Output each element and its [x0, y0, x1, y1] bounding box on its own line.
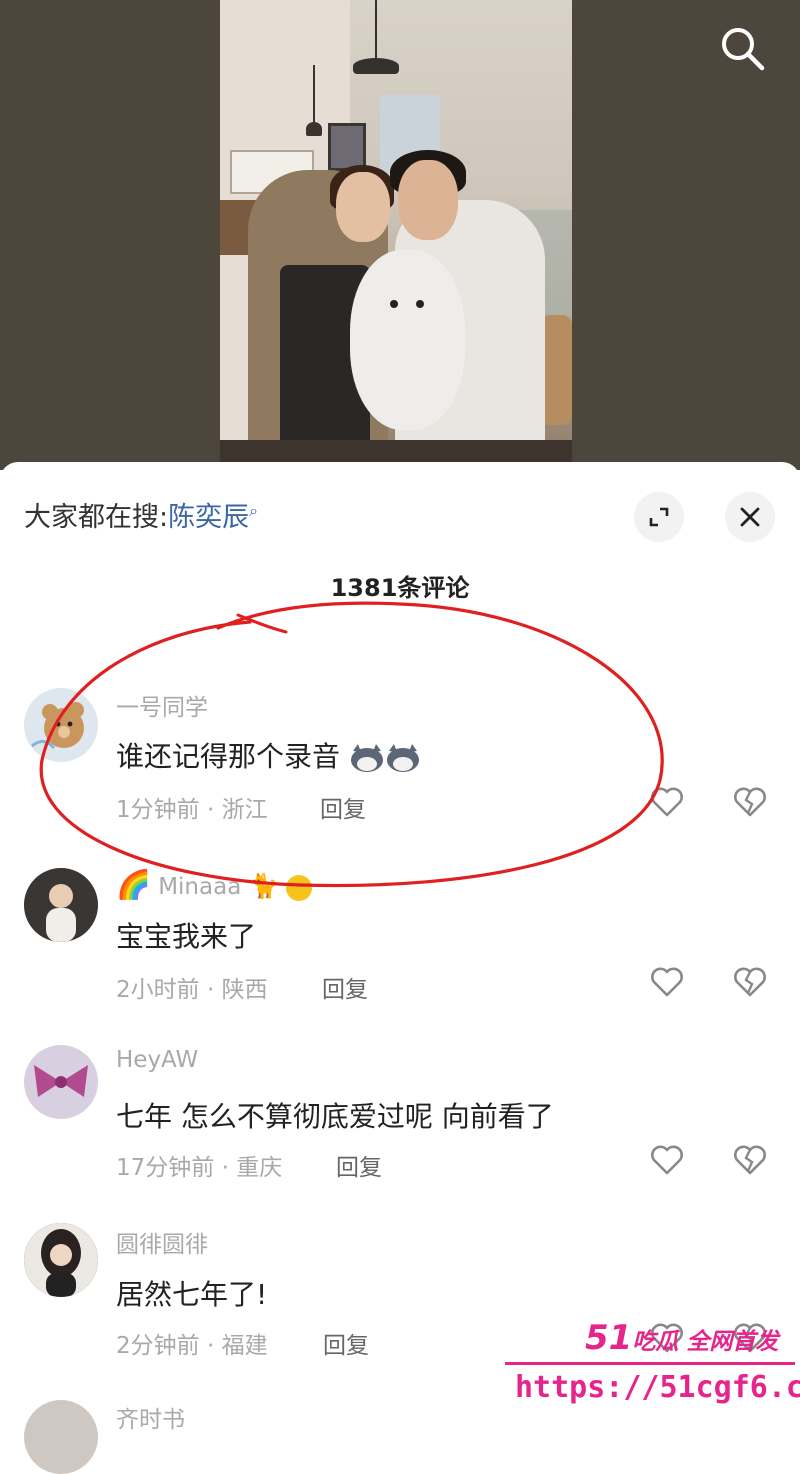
- heart-icon[interactable]: [650, 1144, 684, 1176]
- watermark-url: https://51cgf6.com: [515, 1370, 800, 1405]
- close-button[interactable]: [725, 492, 775, 542]
- comment-time-location: 2小时前 · 陕西: [116, 977, 268, 1003]
- girl-avatar-icon: [24, 1223, 98, 1297]
- watermark-brand: 51吃瓜 全网首发: [585, 1318, 778, 1358]
- hot-search-label: 大家都在搜:: [24, 502, 169, 533]
- avatar[interactable]: [24, 1400, 98, 1474]
- reply-button[interactable]: 回复: [320, 790, 366, 824]
- photo-man-face: [398, 160, 458, 240]
- comment-text: 七年 怎么不算彻底爱过呢 向前看了: [116, 1100, 554, 1133]
- avatar[interactable]: [24, 1045, 98, 1119]
- photo-wall-frame: [328, 123, 366, 171]
- comment-username[interactable]: HeyAW: [116, 1047, 198, 1073]
- comment-time-location: 2分钟前 · 福建: [116, 1333, 268, 1359]
- cat-emoji-icon: 🐈: [248, 872, 279, 900]
- comment-time-location: 1分钟前 · 浙江: [116, 797, 268, 823]
- hot-search-keyword[interactable]: 陈奕辰: [168, 502, 249, 533]
- comment-username: 🌈 Minaaa 🐈: [116, 868, 312, 901]
- comment-item: 一号同学 谁还记得那个录音 1分钟前 · 浙江 回复: [0, 680, 800, 850]
- reply-button[interactable]: 回复: [322, 970, 368, 1004]
- lamp-cord: [375, 0, 377, 60]
- lamp-cord: [313, 65, 315, 123]
- comment-text-content: 谁还记得那个录音: [116, 740, 341, 773]
- husky-emoji-icon: [350, 744, 383, 772]
- comment-item: HeyAW 七年 怎么不算彻底爱过呢 向前看了 17分钟前 · 重庆 回复: [0, 1045, 800, 1215]
- avatar[interactable]: [24, 688, 98, 762]
- person-avatar-icon: [24, 868, 98, 942]
- broken-heart-icon[interactable]: [733, 1144, 767, 1176]
- watermark: 51吃瓜 全网首发 https://51cgf6.com: [505, 1318, 800, 1415]
- search-icon: [722, 28, 765, 71]
- pendant-lamp: [306, 122, 322, 136]
- broken-heart-icon[interactable]: [733, 966, 767, 998]
- dog-eye: [416, 300, 424, 308]
- avatar[interactable]: [24, 868, 98, 942]
- watermark-brand-text: 吃瓜 全网首发: [632, 1329, 779, 1355]
- reply-button[interactable]: 回复: [336, 1148, 382, 1182]
- search-small-icon: ⌕: [249, 501, 259, 520]
- comment-time-location: 17分钟前 · 重庆: [116, 1155, 283, 1181]
- watermark-brand-number: 51: [585, 1318, 633, 1358]
- bow-avatar-icon: [34, 1065, 88, 1097]
- dog-eye: [390, 300, 398, 308]
- heart-icon[interactable]: [650, 786, 684, 818]
- heart-icon[interactable]: [650, 966, 684, 998]
- avatar[interactable]: [24, 1223, 98, 1297]
- husky-emoji-icon: [386, 744, 419, 772]
- watermark-divider: [505, 1362, 795, 1365]
- comment-text: 居然七年了!: [116, 1278, 268, 1311]
- rainbow-emoji-icon: 🌈: [116, 868, 151, 901]
- search-button[interactable]: [716, 22, 768, 74]
- reply-button[interactable]: 回复: [323, 1326, 369, 1360]
- comment-username[interactable]: 一号同学: [116, 688, 208, 722]
- comment-count: 1381条评论: [330, 574, 470, 602]
- expand-button[interactable]: [634, 492, 684, 542]
- teddy-bear-avatar-icon: [31, 702, 84, 750]
- photo-woman-face: [336, 172, 390, 242]
- close-icon: [740, 507, 760, 527]
- sun-emoji-icon: [285, 874, 312, 901]
- comment-username[interactable]: 圆徘圆徘: [116, 1225, 208, 1259]
- comment-item: 🌈 Minaaa 🐈 宝宝我来了 2小时前 · 陕西 回复: [0, 865, 800, 1035]
- hot-search-bar: 大家都在搜:陈奕辰⌕: [24, 495, 258, 534]
- expand-icon: [649, 507, 669, 527]
- comment-text: 谁还记得那个录音: [116, 735, 421, 775]
- photo-dog: [350, 250, 465, 430]
- comment-text: 宝宝我来了: [116, 920, 257, 953]
- comment-username[interactable]: 齐时书: [116, 1400, 185, 1434]
- broken-heart-icon[interactable]: [733, 786, 767, 818]
- pendant-lamp: [353, 58, 399, 74]
- comment-username-text[interactable]: Minaaa: [158, 874, 241, 900]
